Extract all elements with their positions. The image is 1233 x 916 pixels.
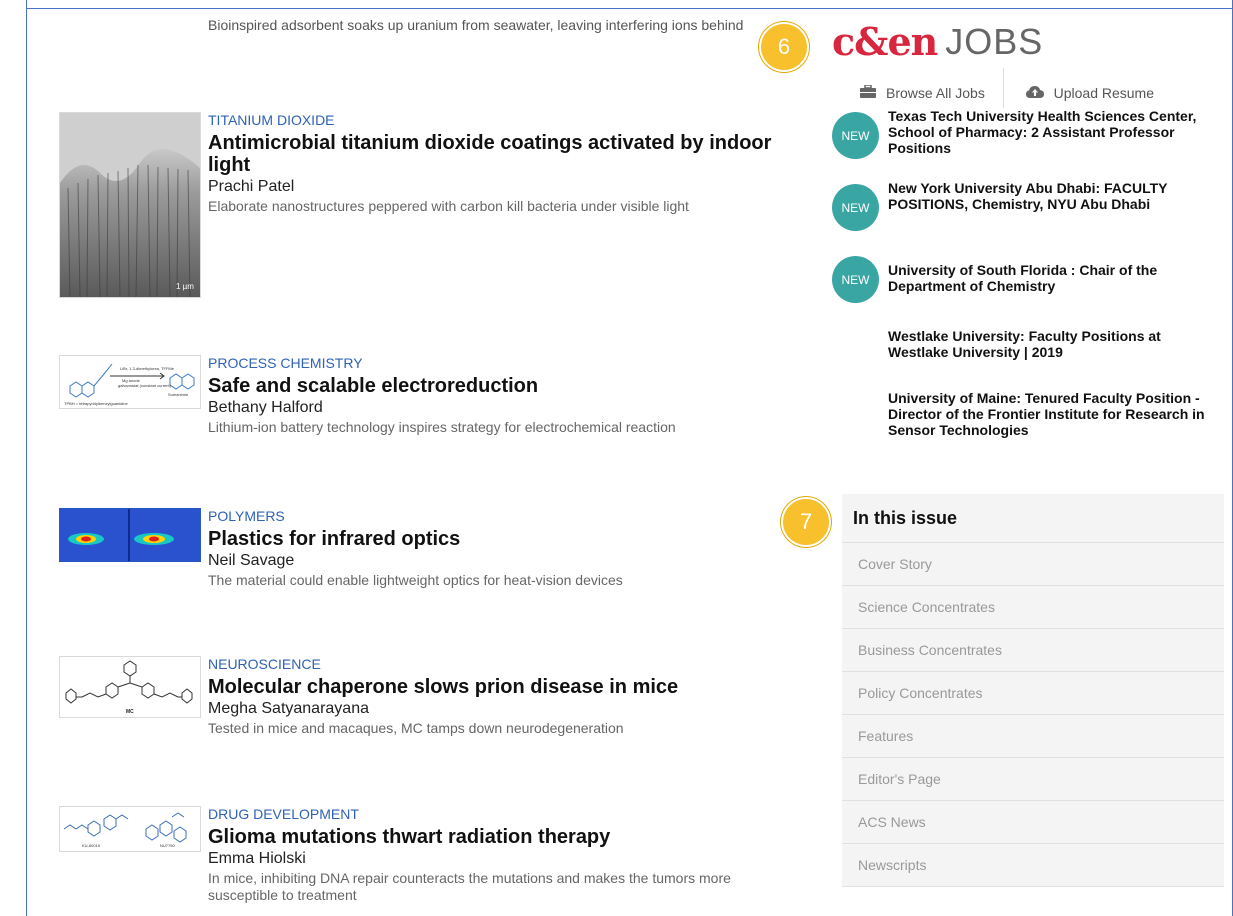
issue-link-acs-news[interactable]: ACS News [842,801,1224,844]
article-title[interactable]: Molecular chaperone slows prion disease … [208,676,798,698]
scale-bar-label: 1 µm [176,282,194,291]
browse-all-jobs-label: Browse All Jobs [886,84,985,101]
issue-link-cover-story[interactable]: Cover Story [842,543,1224,586]
job-title[interactable]: Texas Tech University Health Sciences Ce… [888,108,1208,156]
svg-text:galvanostat (constant current): galvanostat (constant current) [118,383,172,388]
jobs-word: JOBS [945,20,1044,62]
job-title[interactable]: University of Maine: Tenured Faculty Pos… [888,390,1208,438]
svg-text:TPBH = tetrapyridylbenzylguani: TPBH = tetrapyridylbenzylguanidine [64,401,128,406]
briefcase-icon [860,83,876,101]
job-listing[interactable]: Westlake University: Faculty Positions a… [832,328,1212,364]
svg-text:KU-60019: KU-60019 [82,843,101,848]
new-badge: NEW [832,112,879,159]
new-badge: NEW [832,256,879,303]
article-title[interactable]: Plastics for infrared optics [208,528,798,550]
frame-left-border [26,0,27,916]
job-listing[interactable]: NEW New York University Abu Dhabi: FACUL… [832,180,1212,234]
issue-link-features[interactable]: Features [842,715,1224,758]
cen-brand: c&en [832,19,938,64]
article-card: 1 µm TITANIUM DIOXIDE Antimicrobial tita… [59,112,799,298]
previous-article-teaser[interactable]: Bioinspired adsorbent soaks up uranium f… [208,17,778,34]
article-author: Neil Savage [208,552,295,569]
article-card: MC NEUROSCIENCE Molecular chaperone slow… [59,656,799,736]
article-teaser: Elaborate nanostructures peppered with c… [208,198,689,214]
issue-link-business-concentrates[interactable]: Business Concentrates [842,629,1224,672]
article-teaser: Tested in mice and macaques, MC tamps do… [208,720,624,736]
svg-text:LiBr, 1,3-dimethylurea, TFFMe: LiBr, 1,3-dimethylurea, TFFMe [120,366,175,371]
article-thumbnail[interactable]: 1 µm [59,112,201,298]
article-author: Prachi Patel [208,178,295,195]
issue-link-science-concentrates[interactable]: Science Concentrates [842,586,1224,629]
job-title[interactable]: New York University Abu Dhabi: FACULTY P… [888,180,1208,212]
issue-link-editors-page[interactable]: Editor's Page [842,758,1224,801]
article-thumbnail[interactable]: KU-60019 NU7750 [59,806,201,852]
article-author: Emma Hiolski [208,850,306,867]
article-title[interactable]: Safe and scalable electroreduction [208,375,798,397]
in-this-issue-heading: In this issue [842,494,1224,543]
article-category[interactable]: NEUROSCIENCE [208,656,798,673]
article-text: POLYMERS Plastics for infrared optics Ne… [208,508,798,589]
browse-all-jobs-link[interactable]: Browse All Jobs [860,83,985,101]
article-thumbnail[interactable] [59,508,201,562]
article-category[interactable]: PROCESS CHEMISTRY [208,355,798,372]
annotation-marker: 6 [759,22,809,72]
job-title[interactable]: Westlake University: Faculty Positions a… [888,328,1208,360]
cloud-upload-icon [1025,85,1044,101]
cen-jobs-logo[interactable]: c&en JOBS [832,19,1044,64]
article-text: DRUG DEVELOPMENT Glioma mutations thwart… [208,806,798,904]
svg-text:Sumanirole: Sumanirole [168,392,189,397]
article-category[interactable]: DRUG DEVELOPMENT [208,806,798,823]
molecule-label: MC [126,709,134,715]
job-title[interactable]: University of South Florida : Chair of t… [888,262,1208,294]
article-author: Bethany Halford [208,399,323,416]
article-category[interactable]: POLYMERS [208,508,798,525]
issue-link-newscripts[interactable]: Newscripts [842,844,1224,887]
article-text: TITANIUM DIOXIDE Antimicrobial titanium … [208,112,798,215]
article-text: NEUROSCIENCE Molecular chaperone slows p… [208,656,798,737]
frame-top-border [26,8,1233,9]
annotation-marker: 7 [781,497,831,547]
jobs-links-divider [1002,68,1004,108]
job-listing[interactable]: NEW Texas Tech University Health Science… [832,108,1212,162]
job-listing[interactable]: NEW University of South Florida : Chair … [832,254,1212,308]
article-teaser: The material could enable lightweight op… [208,572,623,588]
article-card: POLYMERS Plastics for infrared optics Ne… [59,508,799,588]
article-teaser: In mice, inhibiting DNA repair counterac… [208,870,731,903]
job-listing[interactable]: University of Maine: Tenured Faculty Pos… [832,390,1212,462]
article-thumbnail[interactable]: MC [59,656,201,718]
issue-link-policy-concentrates[interactable]: Policy Concentrates [842,672,1224,715]
article-title[interactable]: Glioma mutations thwart radiation therap… [208,826,798,848]
new-badge: NEW [832,184,879,231]
article-card: KU-60019 NU7750 DRUG DEVELOPMENT Glioma … [59,806,799,903]
article-teaser: Lithium-ion battery technology inspires … [208,419,676,435]
article-thumbnail[interactable]: LiBr, 1,3-dimethylurea, TFFMe Mg anode g… [59,355,201,409]
upload-resume-link[interactable]: Upload Resume [1025,84,1154,101]
upload-resume-label: Upload Resume [1053,84,1154,101]
article-author: Megha Satyanarayana [208,700,369,717]
article-text: PROCESS CHEMISTRY Safe and scalable elec… [208,355,798,436]
in-this-issue-panel: In this issue Cover Story Science Concen… [842,494,1224,887]
article-category[interactable]: TITANIUM DIOXIDE [208,112,798,129]
article-title[interactable]: Antimicrobial titanium dioxide coatings … [208,132,798,176]
svg-text:NU7750: NU7750 [160,843,175,848]
article-card: LiBr, 1,3-dimethylurea, TFFMe Mg anode g… [59,355,799,435]
